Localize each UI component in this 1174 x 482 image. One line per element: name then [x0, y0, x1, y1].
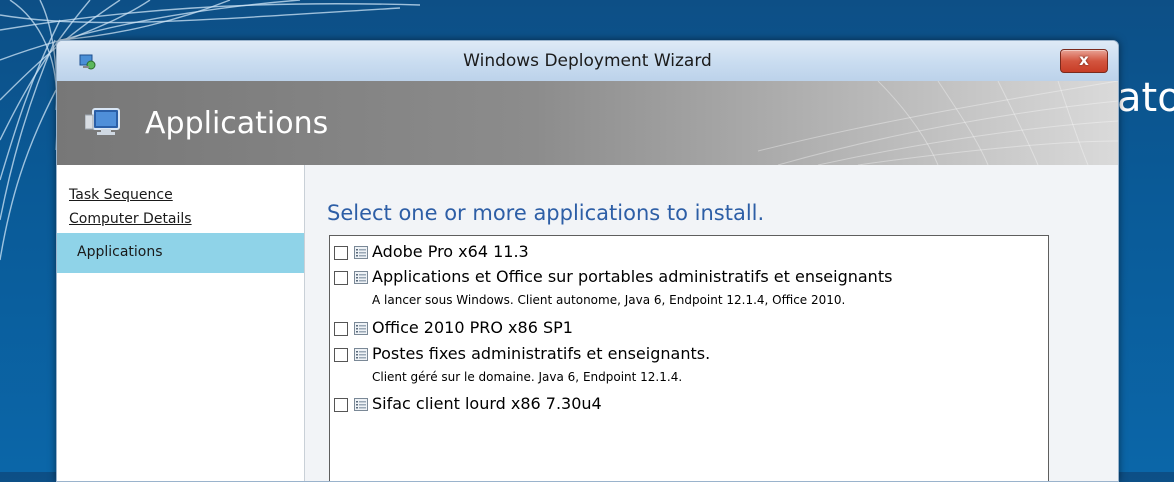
- sidebar-nav: Task Sequence Computer Details Applicati…: [57, 165, 305, 481]
- application-entry-icon: [354, 348, 368, 361]
- list-item[interactable]: Office 2010 PRO x86 SP1: [334, 318, 1034, 340]
- app-checkbox[interactable]: [334, 271, 348, 285]
- page-header: Applications: [57, 81, 1118, 165]
- page-title: Applications: [145, 106, 329, 141]
- application-entry-icon: [354, 246, 368, 259]
- app-checkbox[interactable]: [334, 348, 348, 362]
- app-name: Adobe Pro x64 11.3: [372, 242, 529, 261]
- title-bar[interactable]: Windows Deployment Wizard x: [57, 41, 1118, 81]
- list-item[interactable]: Sifac client lourd x86 7.30u4: [334, 394, 1034, 416]
- app-checkbox[interactable]: [334, 322, 348, 336]
- main-content: Select one or more applications to insta…: [305, 165, 1118, 481]
- sidebar-item-label: Applications: [77, 244, 163, 260]
- app-description: A lancer sous Windows. Client autonome, …: [372, 293, 846, 307]
- application-entry-icon: [354, 322, 368, 335]
- applications-icon: [85, 108, 120, 135]
- app-description: Client géré sur le domaine. Java 6, Endp…: [372, 370, 683, 384]
- app-name: Sifac client lourd x86 7.30u4: [372, 394, 602, 413]
- list-item[interactable]: Adobe Pro x64 11.3: [334, 242, 1034, 264]
- sidebar-item-computer-details[interactable]: Computer Details: [69, 211, 192, 227]
- app-name: Postes fixes administratifs et enseignan…: [372, 344, 711, 363]
- sidebar-item-task-sequence[interactable]: Task Sequence: [69, 187, 173, 203]
- app-name: Applications et Office sur portables adm…: [372, 267, 893, 286]
- app-checkbox[interactable]: [334, 246, 348, 260]
- list-item[interactable]: Applications et Office sur portables adm…: [334, 267, 1034, 311]
- close-button[interactable]: x: [1060, 49, 1108, 73]
- app-checkbox[interactable]: [334, 398, 348, 412]
- application-entry-icon: [354, 398, 368, 411]
- instruction-heading: Select one or more applications to insta…: [327, 201, 765, 225]
- app-name: Office 2010 PRO x86 SP1: [372, 318, 573, 337]
- desktop-background-text: ator: [1117, 75, 1174, 121]
- window-title: Windows Deployment Wizard: [463, 51, 712, 71]
- application-entry-icon: [354, 271, 368, 284]
- application-list[interactable]: Adobe Pro x64 11.3 Applications et Offic…: [329, 235, 1049, 481]
- close-icon: x: [1079, 51, 1089, 69]
- header-decoration: [758, 81, 1118, 165]
- list-item[interactable]: Postes fixes administratifs et enseignan…: [334, 344, 1034, 388]
- wizard-window: Windows Deployment Wizard x Applications…: [56, 40, 1119, 482]
- sidebar-item-applications[interactable]: Applications: [57, 233, 304, 273]
